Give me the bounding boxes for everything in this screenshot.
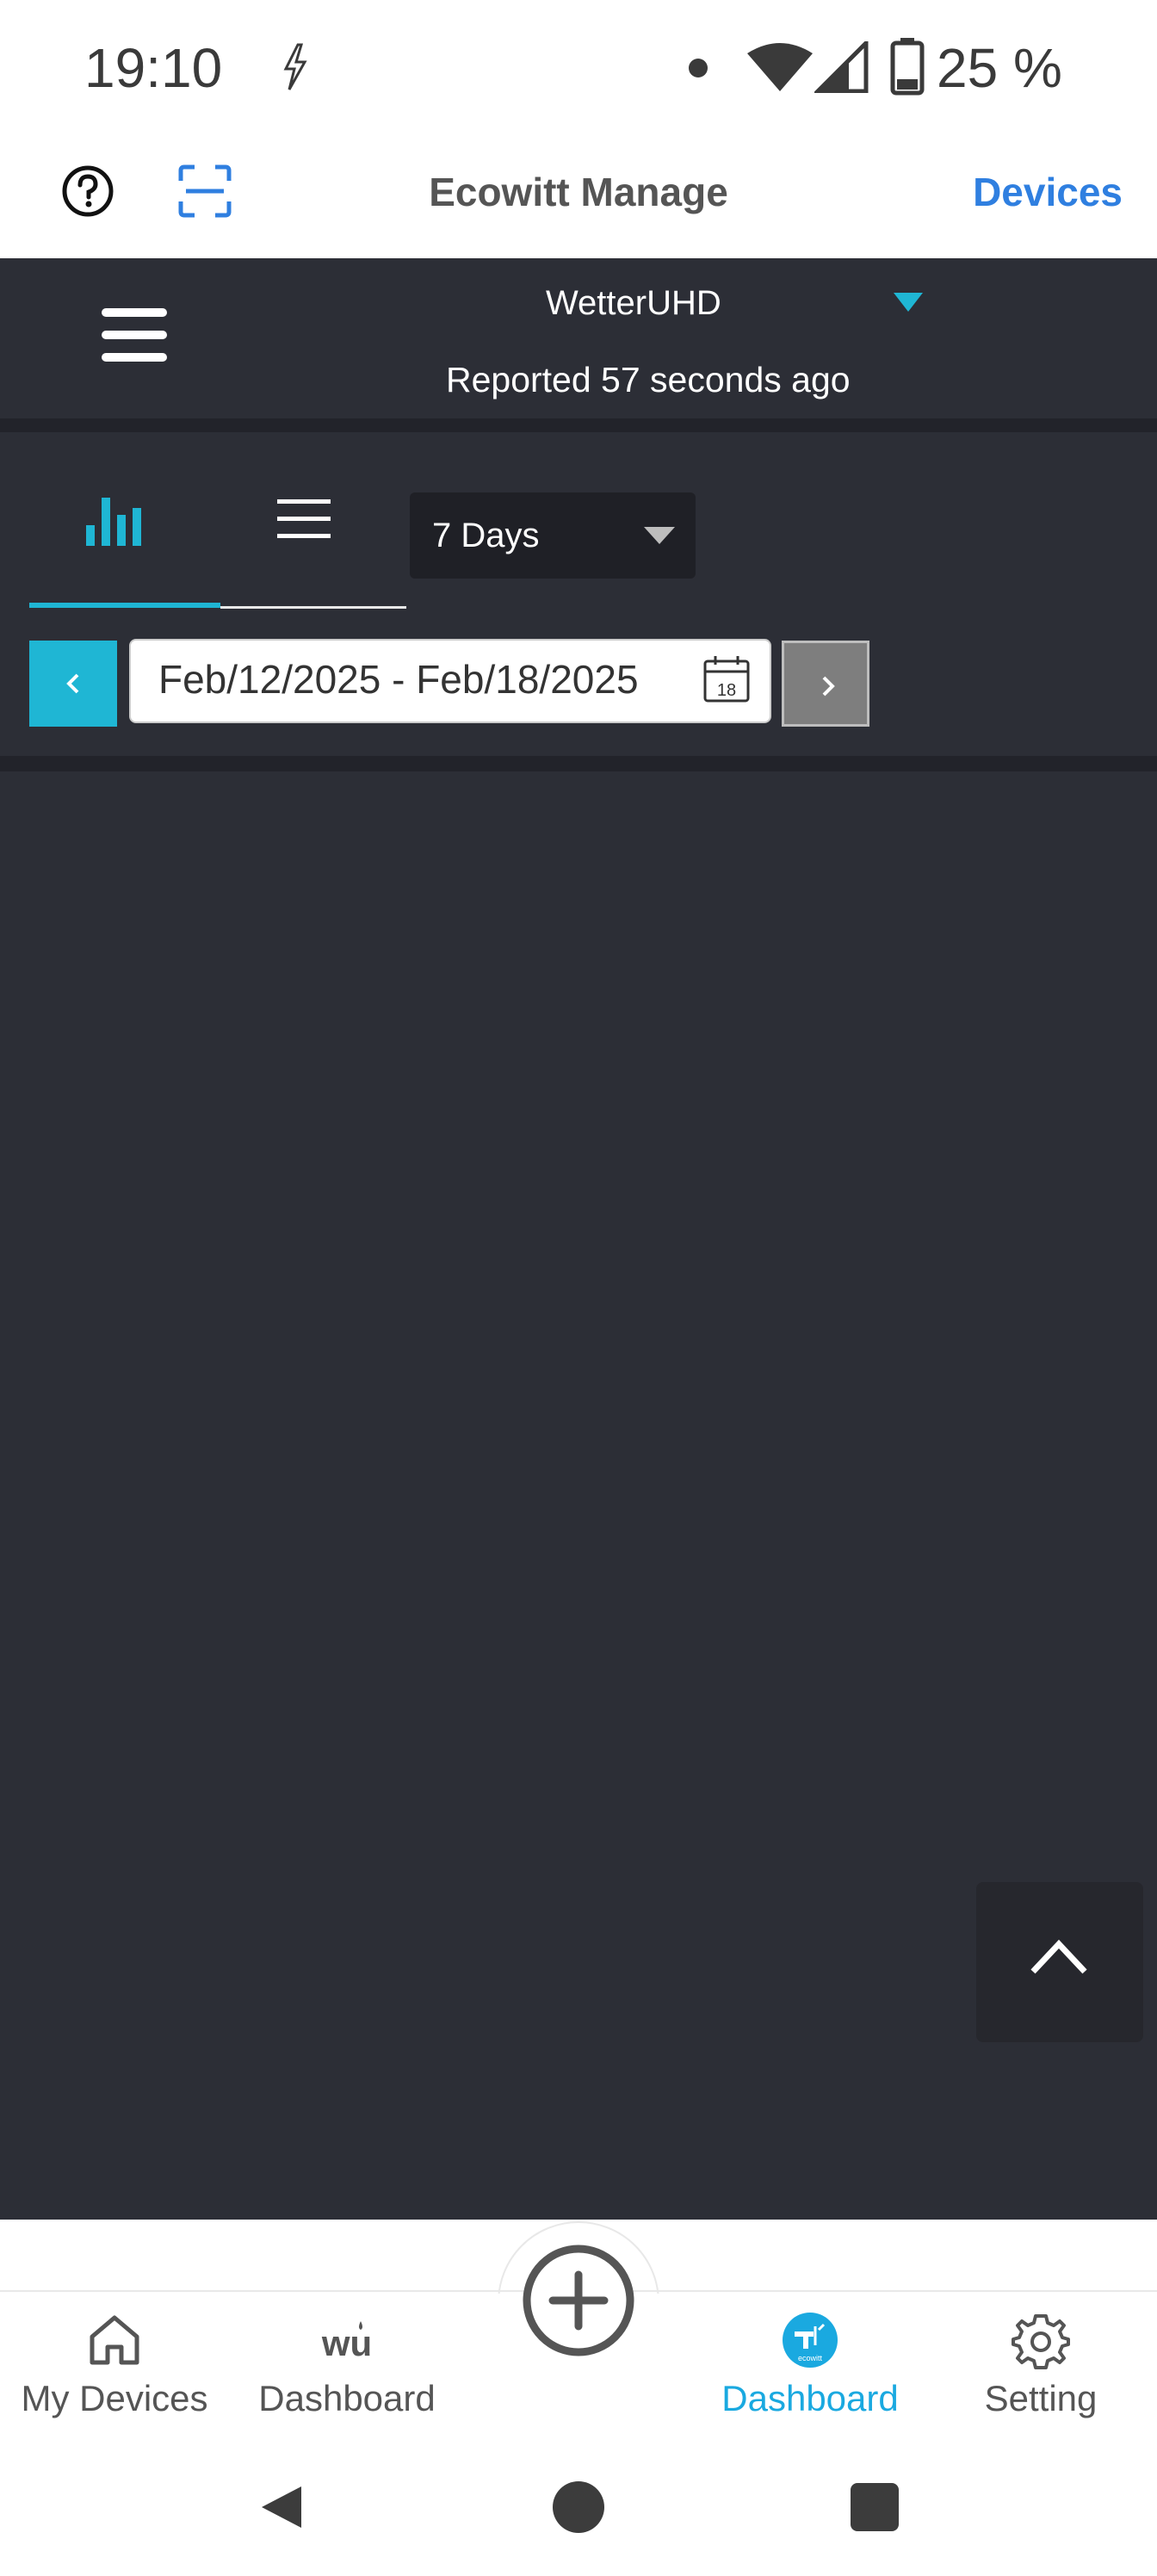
chevron-up-icon (1030, 1939, 1087, 1974)
wu-icon: wu (321, 2321, 372, 2363)
bar-chart-icon (86, 498, 141, 546)
nav-label: Dashboard (721, 2378, 899, 2418)
home-icon (90, 2315, 139, 2365)
recent-apps-icon[interactable] (851, 2483, 899, 2531)
notification-dot-icon (689, 59, 708, 77)
svg-text:ecowitt: ecowitt (798, 2354, 823, 2362)
svg-text:wu: wu (321, 2323, 372, 2363)
status-time: 19:10 (84, 37, 223, 99)
list-icon (277, 499, 331, 538)
chevron-down-icon (644, 527, 675, 544)
home-button-icon[interactable] (551, 2480, 606, 2535)
tab-list-indicator (220, 606, 406, 609)
divider (0, 756, 1157, 771)
nav-wu-dashboard[interactable]: wu Dashboard (239, 2311, 455, 2440)
previous-range-button[interactable] (29, 641, 117, 727)
wifi-icon (747, 43, 813, 91)
nav-label: Dashboard (258, 2378, 436, 2418)
calendar-day: 18 (717, 681, 736, 700)
tab-chart-indicator (29, 603, 220, 608)
calendar-icon[interactable]: 18 (702, 654, 751, 704)
hamburger-menu-icon[interactable] (102, 307, 167, 363)
ecowitt-icon: ecowitt (783, 2313, 838, 2368)
nav-ecowitt-dashboard[interactable]: ecowitt Dashboard (702, 2311, 918, 2440)
gear-icon (1012, 2314, 1070, 2369)
signal-icon (814, 41, 869, 93)
range-select-value: 7 Days (432, 517, 540, 554)
scroll-to-top-button[interactable] (976, 1882, 1143, 2042)
battery-icon (890, 38, 925, 96)
add-device-button[interactable] (522, 2244, 635, 2357)
next-range-button[interactable] (782, 641, 869, 727)
date-range-text: Feb/12/2025 - Feb/18/2025 (158, 657, 639, 702)
devices-link[interactable]: Devices (973, 169, 1123, 215)
device-name[interactable]: WetterUHD (546, 284, 721, 323)
back-icon[interactable] (255, 2480, 310, 2535)
device-dropdown-caret-icon[interactable] (894, 293, 923, 312)
nav-label: My Devices (21, 2378, 208, 2418)
reported-status: Reported 57 seconds ago (446, 360, 851, 399)
chevron-right-icon (822, 676, 835, 697)
nav-my-devices[interactable]: My Devices (7, 2311, 222, 2440)
nav-label: Setting (984, 2378, 1098, 2418)
chevron-left-icon (66, 673, 79, 694)
nav-setting[interactable]: Setting (933, 2311, 1148, 2440)
divider (0, 418, 1157, 432)
battery-percent: 25 % (937, 37, 1062, 99)
bolt-icon (283, 43, 307, 90)
